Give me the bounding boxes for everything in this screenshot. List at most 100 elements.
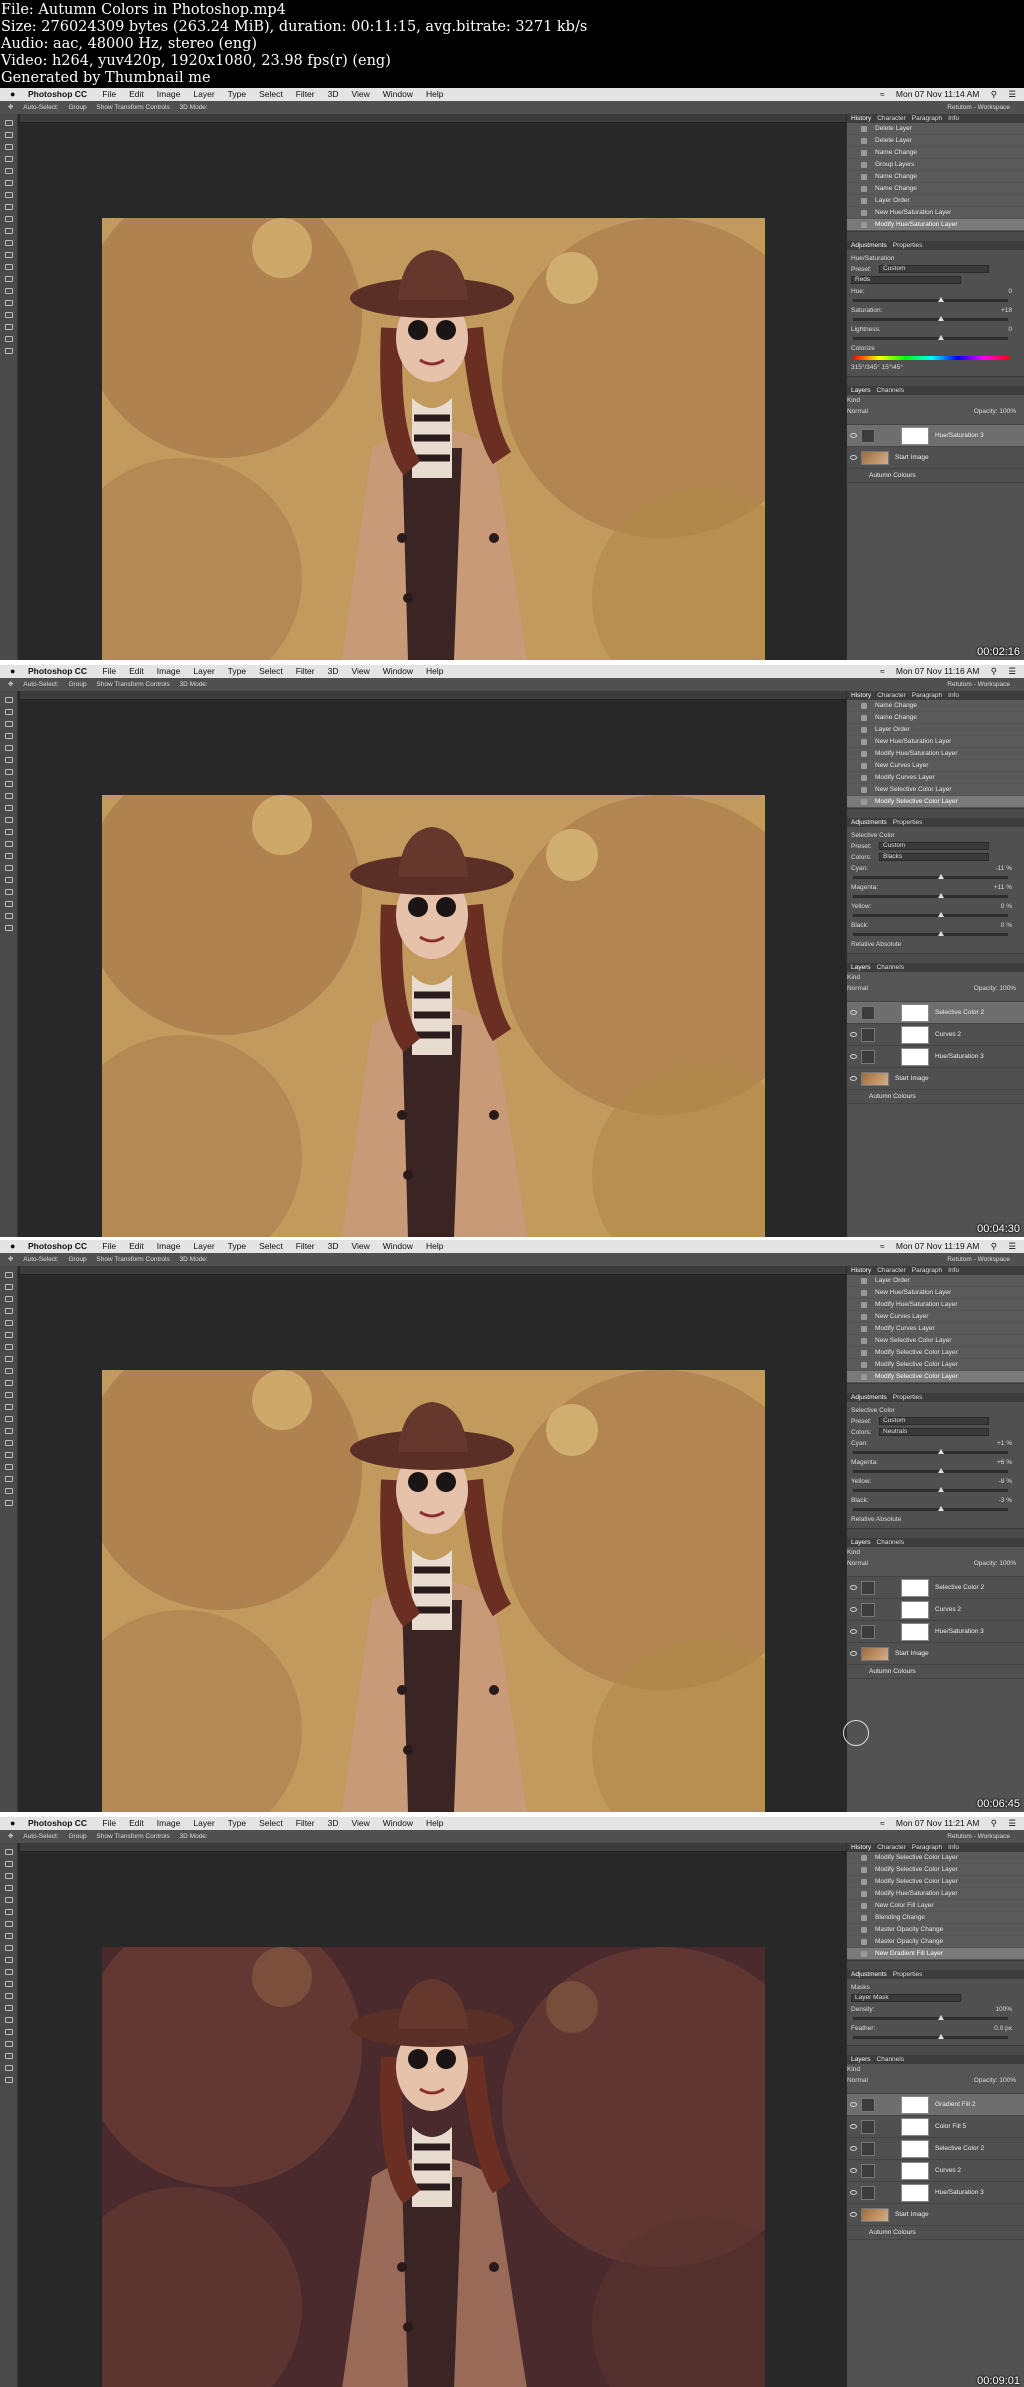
property-dropdown[interactable]: Neutrals: [879, 1428, 989, 1437]
blend-mode-dropdown[interactable]: Normal: [847, 983, 875, 994]
tool-icon[interactable]: [4, 312, 13, 318]
move-tool-icon[interactable]: ✥: [8, 104, 13, 111]
search-icon[interactable]: ⚲: [991, 1241, 997, 1251]
property-slider[interactable]: [853, 893, 1008, 898]
layer-thumbnail[interactable]: [861, 2208, 889, 2222]
list-icon[interactable]: ☰: [1008, 1241, 1016, 1251]
tool-icon[interactable]: [4, 889, 13, 895]
tool-icon[interactable]: [4, 1464, 13, 1470]
layer-name[interactable]: Curves 2: [935, 1024, 961, 1046]
auto-select-checkbox[interactable]: Auto-Select:: [23, 681, 58, 688]
tool-icon[interactable]: [4, 853, 13, 859]
document-photo[interactable]: [102, 1370, 765, 1812]
properties-footer[interactable]: [847, 376, 1024, 386]
menu-window[interactable]: Window: [383, 1818, 413, 1828]
menu-clock[interactable]: Mon 07 Nov 11:19 AM: [896, 1241, 979, 1251]
visibility-eye-icon[interactable]: [850, 1032, 857, 1037]
layer-filter[interactable]: Kind: [847, 395, 1024, 406]
property-slider[interactable]: [853, 931, 1008, 936]
property-value[interactable]: 0.0 px: [994, 2023, 1012, 2034]
adjustments-tab[interactable]: Properties: [893, 1971, 923, 1978]
tool-icon[interactable]: [4, 817, 13, 823]
blend-mode-dropdown[interactable]: Normal: [847, 1558, 875, 1569]
history-tab[interactable]: Character: [877, 115, 906, 122]
visibility-eye-icon[interactable]: [850, 2146, 857, 2151]
tool-icon[interactable]: [4, 132, 13, 138]
layer-name[interactable]: Start Image: [895, 1068, 929, 1090]
history-state[interactable]: Modify Selective Color Layer: [847, 1359, 1024, 1371]
tool-icon[interactable]: [4, 168, 13, 174]
layers-tab[interactable]: Layers: [851, 964, 871, 971]
workspace-switcher[interactable]: Retutom - Workspace: [947, 1830, 1010, 1843]
tool-icon[interactable]: [4, 1272, 13, 1278]
properties-option[interactable]: Colorize: [851, 343, 1020, 354]
history-tab[interactable]: Paragraph: [912, 692, 942, 699]
tool-icon[interactable]: [4, 1488, 13, 1494]
menu-clock[interactable]: Mon 07 Nov 11:16 AM: [896, 666, 979, 676]
history-footer[interactable]: [847, 808, 1024, 818]
tool-icon[interactable]: [4, 697, 13, 703]
slider-handle[interactable]: [938, 2015, 945, 2020]
tool-icon[interactable]: [4, 1897, 13, 1903]
layer-name[interactable]: Start Image: [895, 2204, 929, 2226]
property-value[interactable]: +18: [1001, 305, 1012, 316]
history-footer[interactable]: [847, 1960, 1024, 1970]
layers-tab[interactable]: Channels: [877, 387, 904, 394]
menu-image[interactable]: Image: [157, 89, 181, 99]
tool-icon[interactable]: [4, 2017, 13, 2023]
history-tab[interactable]: Info: [948, 1844, 959, 1851]
document-photo[interactable]: [102, 218, 765, 660]
layers-tab[interactable]: Layers: [851, 387, 871, 394]
property-dropdown[interactable]: Reds: [851, 276, 961, 285]
menu-clock[interactable]: Mon 07 Nov 11:21 AM: [896, 1818, 979, 1828]
history-state[interactable]: New Hue/Saturation Layer: [847, 1287, 1024, 1299]
history-state[interactable]: Layer Order: [847, 1275, 1024, 1287]
layer-mask-thumbnail[interactable]: [901, 1601, 929, 1619]
menu-app-name[interactable]: Photoshop CC: [28, 666, 87, 676]
adjustments-tab[interactable]: Properties: [893, 819, 923, 826]
workspace-switcher[interactable]: Retutom - Workspace: [947, 1253, 1010, 1266]
history-state[interactable]: Layer Order: [847, 195, 1024, 207]
group-dropdown[interactable]: Group: [69, 1833, 87, 1840]
history-tab[interactable]: Paragraph: [912, 1844, 942, 1851]
tool-icon[interactable]: [4, 1368, 13, 1374]
menu-view[interactable]: View: [351, 1818, 369, 1828]
tool-icon[interactable]: [4, 721, 13, 727]
menu-edit[interactable]: Edit: [129, 666, 144, 676]
transform-controls-checkbox[interactable]: Show Transform Controls: [96, 1256, 169, 1263]
tool-icon[interactable]: [4, 2041, 13, 2047]
layer-row[interactable]: Autumn Colours: [847, 469, 1024, 483]
property-value[interactable]: 100%: [995, 2004, 1012, 2015]
layer-name[interactable]: Autumn Colours: [869, 469, 916, 483]
tool-icon[interactable]: [4, 300, 13, 306]
layer-thumbnail[interactable]: [861, 1647, 889, 1661]
transform-controls-checkbox[interactable]: Show Transform Controls: [96, 104, 169, 111]
tool-icon[interactable]: [4, 348, 13, 354]
menu-clock[interactable]: Mon 07 Nov 11:14 AM: [896, 89, 979, 99]
layer-mask-thumbnail[interactable]: [901, 1026, 929, 1044]
search-icon[interactable]: ⚲: [991, 666, 997, 676]
slider-handle[interactable]: [938, 2034, 945, 2039]
layer-name[interactable]: Curves 2: [935, 2160, 961, 2182]
history-state[interactable]: Name Change: [847, 183, 1024, 195]
opacity-field[interactable]: Opacity: 100%: [974, 406, 1016, 417]
tool-icon[interactable]: [4, 769, 13, 775]
visibility-eye-icon[interactable]: [850, 2102, 857, 2107]
move-tool-icon[interactable]: ✥: [8, 1256, 13, 1263]
tool-icon[interactable]: [4, 2005, 13, 2011]
hue-range-bar[interactable]: [853, 356, 1010, 360]
layer-mask-thumbnail[interactable]: [901, 2140, 929, 2158]
menu-image[interactable]: Image: [157, 1818, 181, 1828]
visibility-eye-icon[interactable]: [850, 433, 857, 438]
history-footer[interactable]: [847, 1383, 1024, 1393]
menu-select[interactable]: Select: [259, 1241, 283, 1251]
document-photo[interactable]: [102, 1947, 765, 2387]
menu-file[interactable]: File: [102, 666, 116, 676]
tool-icon[interactable]: [4, 156, 13, 162]
slider-handle[interactable]: [938, 893, 945, 898]
history-tab[interactable]: History: [851, 1267, 871, 1274]
adjustments-tab[interactable]: Adjustments: [851, 1394, 887, 1401]
apple-icon[interactable]: ●: [10, 1817, 15, 1830]
layer-thumbnail[interactable]: [861, 1072, 889, 1086]
history-tab[interactable]: Paragraph: [912, 1267, 942, 1274]
